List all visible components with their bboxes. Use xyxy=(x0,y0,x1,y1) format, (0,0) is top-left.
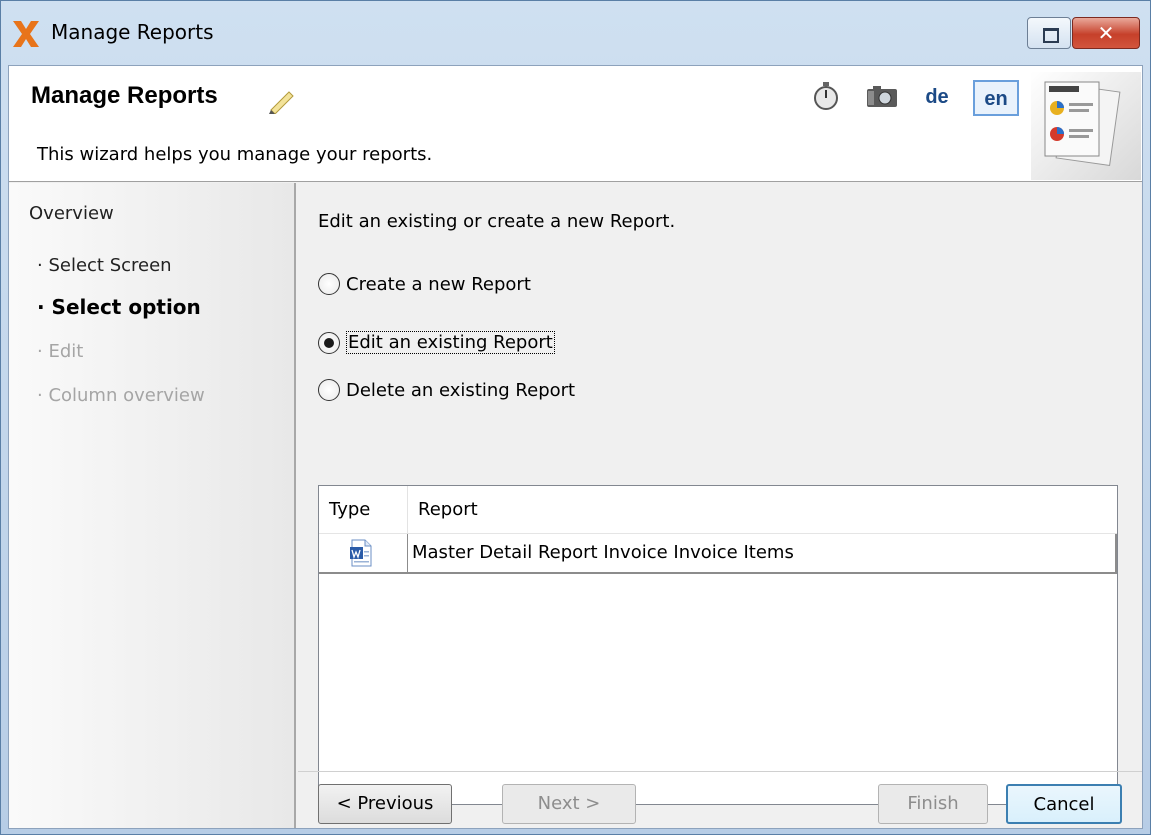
report-name-cell: Master Detail Report Invoice Invoice Ite… xyxy=(412,542,794,563)
finish-button[interactable]: Finish xyxy=(878,784,988,824)
wizard-content: Edit an existing or create a new Report.… xyxy=(298,183,1142,828)
wizard-footer: < Previous Next > Finish Cancel xyxy=(298,771,1142,828)
table-header: Type Report xyxy=(319,486,1117,534)
edit-report-radio[interactable] xyxy=(318,331,340,354)
step-select-screen: · Select Screen xyxy=(37,255,172,276)
edit-report-label: Edit an existing Report xyxy=(346,331,555,354)
next-button[interactable]: Next > xyxy=(502,784,636,824)
cancel-button[interactable]: Cancel xyxy=(1006,784,1122,824)
delete-report-radio[interactable] xyxy=(318,379,340,401)
reports-table[interactable]: Type Report Master Detail Report Invoice… xyxy=(318,485,1118,805)
camera-icon[interactable] xyxy=(865,80,899,112)
step-column-overview: · Column overview xyxy=(37,385,205,406)
language-en-button[interactable]: en xyxy=(973,80,1019,116)
restore-button[interactable] xyxy=(1027,17,1071,49)
page-subtitle: This wizard helps you manage your report… xyxy=(37,144,433,165)
create-report-label: Create a new Report xyxy=(346,273,531,295)
window-title: Manage Reports xyxy=(51,20,214,44)
stopwatch-icon[interactable] xyxy=(811,80,841,112)
word-document-icon xyxy=(350,539,372,567)
delete-report-label: Delete an existing Report xyxy=(346,379,576,401)
create-report-radio[interactable] xyxy=(318,273,340,295)
column-header-type[interactable]: Type xyxy=(319,486,408,534)
page-title: Manage Reports xyxy=(31,82,218,109)
instructions-text: Edit an existing or create a new Report. xyxy=(318,211,676,232)
app-logo-icon xyxy=(13,21,39,47)
step-edit: · Edit xyxy=(37,341,84,362)
language-de-button[interactable]: de xyxy=(917,80,957,116)
sidebar-heading: Overview xyxy=(29,203,114,224)
wizard-header: Manage Reports This wizard helps you man… xyxy=(9,66,1142,182)
step-select-option: · Select option xyxy=(37,295,201,319)
table-row[interactable]: Master Detail Report Invoice Invoice Ite… xyxy=(319,534,1117,574)
create-report-option[interactable]: Create a new Report xyxy=(318,273,531,295)
edit-report-option[interactable]: Edit an existing Report xyxy=(318,331,555,354)
title-bar[interactable]: Manage Reports xyxy=(1,1,1150,65)
pencil-icon xyxy=(269,91,294,114)
column-header-report[interactable]: Report xyxy=(408,486,1117,534)
close-button[interactable] xyxy=(1072,17,1140,49)
delete-report-option[interactable]: Delete an existing Report xyxy=(318,379,575,401)
wizard-steps-sidebar: Overview · Select Screen · Select option… xyxy=(9,183,296,828)
client-area: Manage Reports This wizard helps you man… xyxy=(8,65,1143,829)
type-cell xyxy=(319,534,408,572)
reports-icon xyxy=(1031,72,1141,180)
previous-button[interactable]: < Previous xyxy=(318,784,452,824)
dialog-window: Manage Reports Manage Reports This wizar… xyxy=(0,0,1151,835)
